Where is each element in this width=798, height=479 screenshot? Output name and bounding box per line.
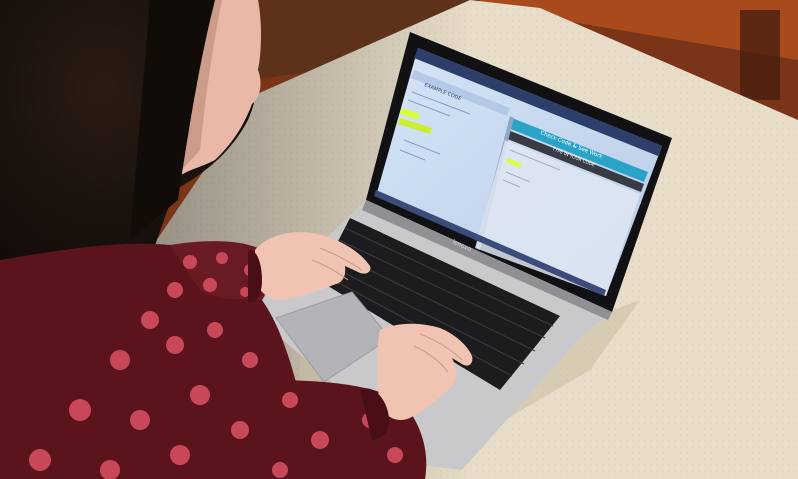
photo-scene: EXAMPLE CODE Check Code & See Work TYPE …: [0, 0, 798, 479]
photo-illustration: EXAMPLE CODE Check Code & See Work TYPE …: [0, 0, 798, 479]
chair-back: [740, 10, 780, 100]
